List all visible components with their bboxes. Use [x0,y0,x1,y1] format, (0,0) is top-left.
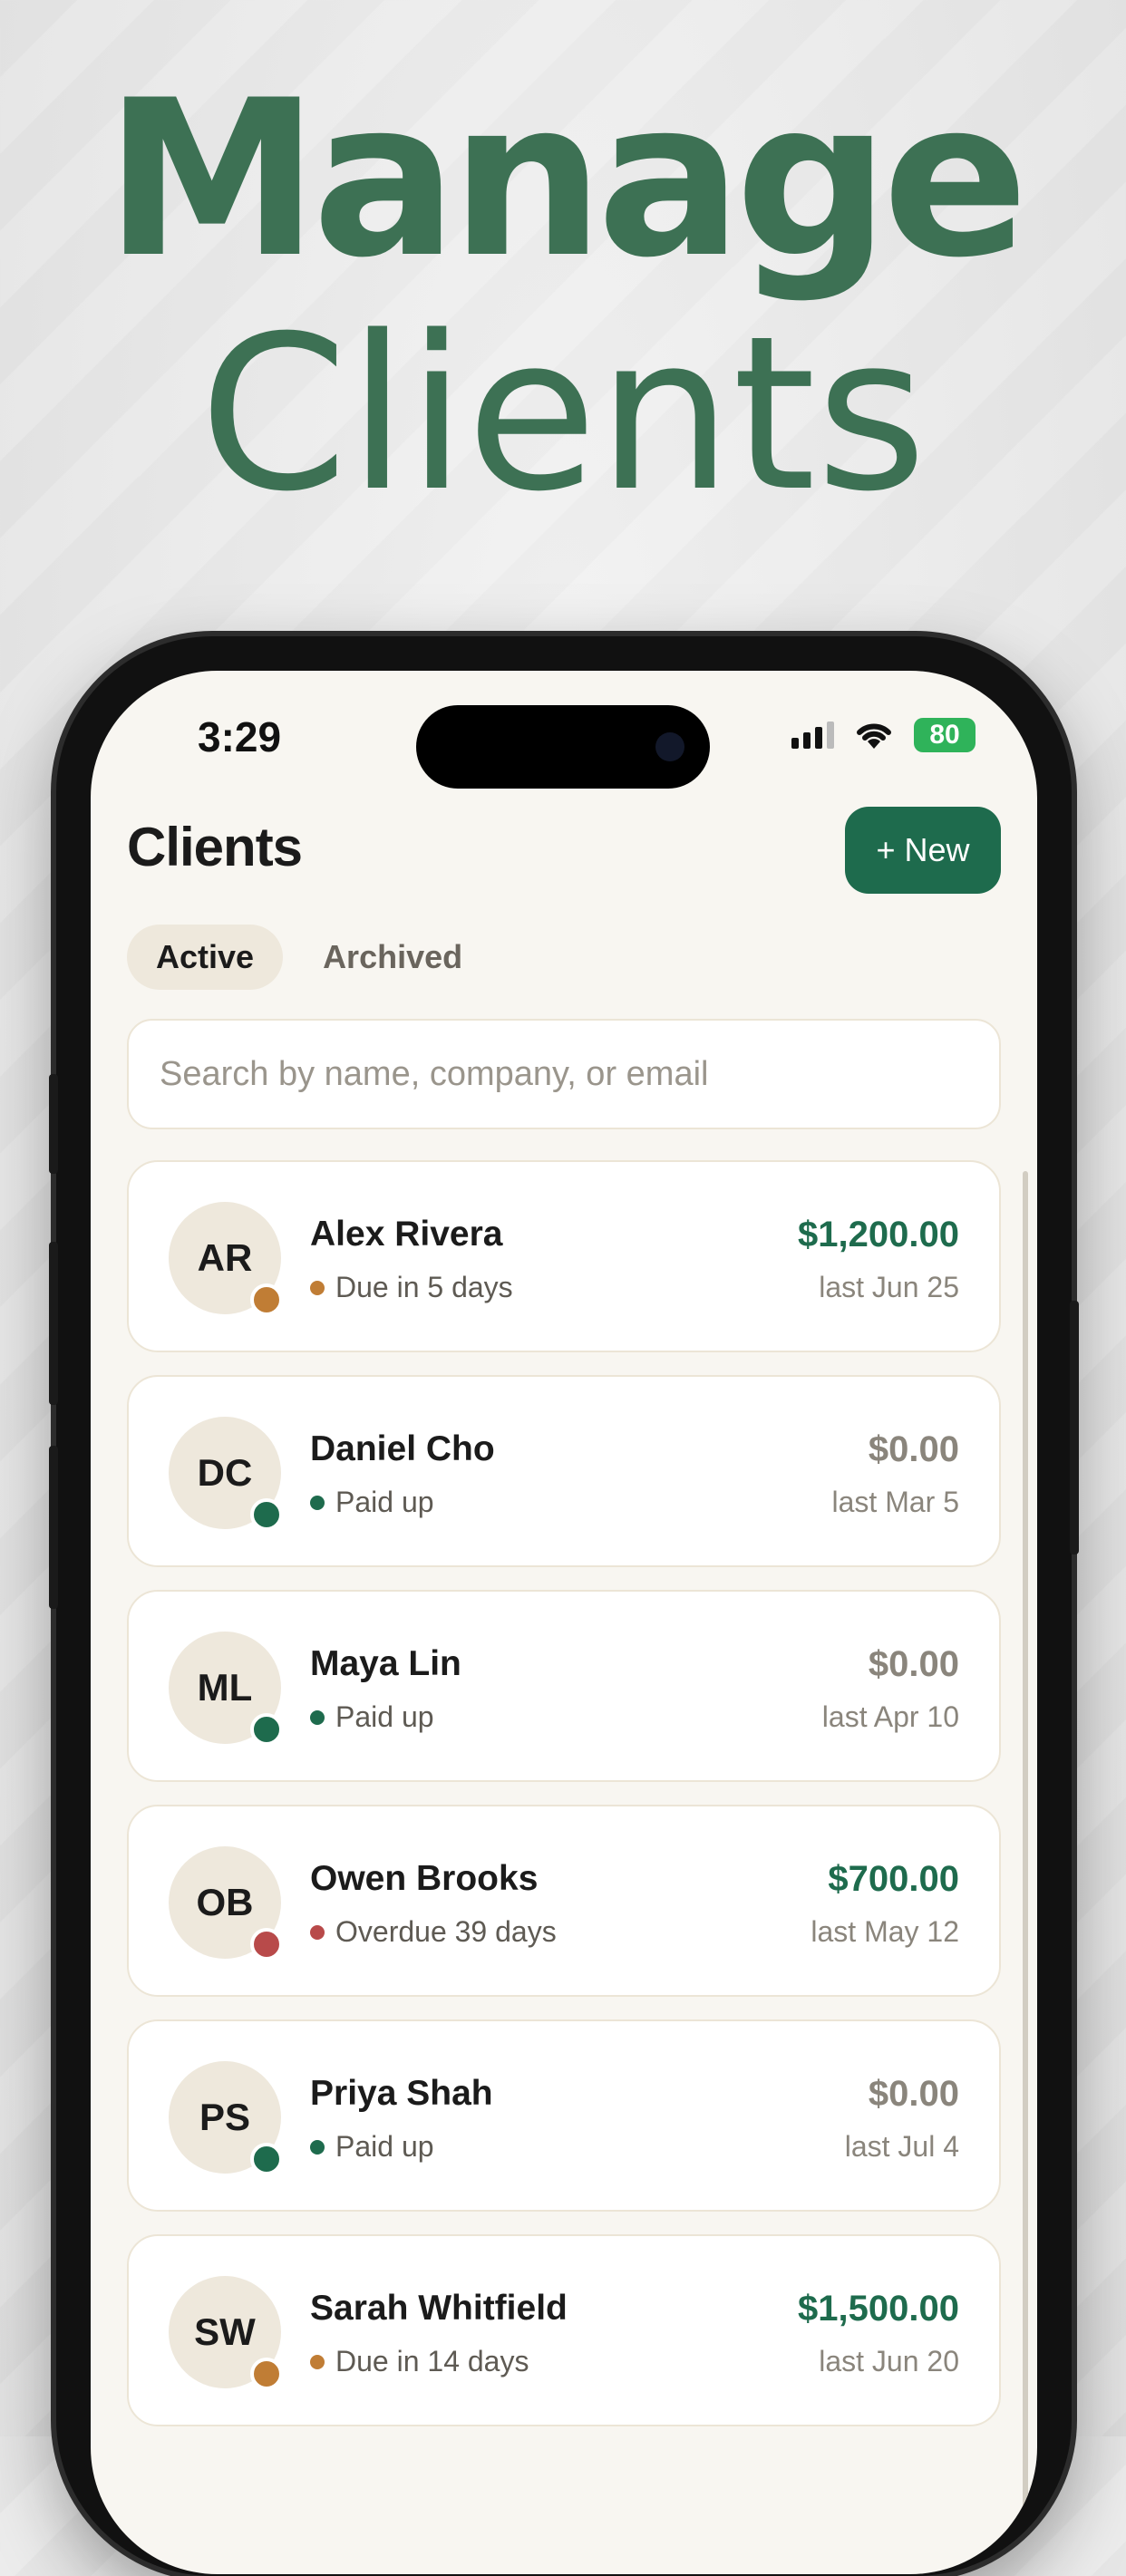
client-name: Daniel Cho [310,1429,495,1468]
client-last-date: last Apr 10 [821,1700,959,1733]
client-status: Paid up [310,1700,434,1734]
status-indicator-dot [250,1713,283,1746]
client-status: Paid up [310,1486,434,1519]
client-name: Maya Lin [310,1644,461,1683]
status-time: 3:29 [198,713,282,760]
status-dot-icon [310,1280,325,1295]
volume-down-button [49,1446,58,1609]
client-row[interactable]: DC Daniel Cho Paid up $0.00 last Mar 5 [127,1375,1001,1567]
client-row[interactable]: AR Alex Rivera Due in 5 days $1,200.00 last … [127,1160,1001,1352]
client-amount: $0.00 [868,2074,959,2114]
client-name: Owen Brooks [310,1859,539,1898]
client-row[interactable]: PS Priya Shah Paid up $0.00 last Jul 4 [127,2019,1001,2212]
status-indicator-dot [250,1283,283,1316]
wifi-icon [857,723,891,749]
avatar-initials: ML [197,1666,253,1709]
client-status-text: Overdue 39 days [335,1915,557,1948]
client-name: Priya Shah [310,2074,493,2113]
status-indicator-dot [250,1928,283,1961]
client-status-text: Due in 5 days [335,1271,513,1303]
tab-active[interactable]: Active [127,925,284,990]
avatar: AR [169,1202,283,1316]
client-amount: $700.00 [828,1859,959,1899]
client-amount: $0.00 [868,1644,959,1684]
client-status: Due in 5 days [310,1271,513,1304]
status-icons: 80 [791,718,976,752]
headline-clients: Clients [199,291,927,538]
client-last-date: last Jun 20 [819,2345,959,2377]
client-row[interactable]: OB Owen Brooks Overdue 39 days $700.00 last … [127,1805,1001,1997]
avatar: DC [169,1417,283,1531]
avatar: PS [169,2061,283,2175]
client-amount: $1,200.00 [798,1215,959,1254]
client-amount: $1,500.00 [798,2289,959,2329]
client-last-date: last Jun 25 [819,1271,959,1303]
client-last-date: last May 12 [811,1915,959,1948]
client-status-text: Paid up [335,2130,434,2163]
status-indicator-dot [250,2143,283,2175]
action-button [49,1074,58,1174]
avatar: OB [169,1846,283,1961]
dynamic-island [416,705,710,789]
client-status-text: Paid up [335,1700,434,1733]
client-status: Due in 14 days [310,2345,529,2378]
app-screen: 3:29 80 Clients + New Active Archived Se… [91,671,1037,2574]
avatar-initials: AR [197,1236,253,1279]
status-dot-icon [310,1924,325,1940]
status-dot-icon [310,2354,325,2369]
client-row[interactable]: SW Sarah Whitfield Due in 14 days $1,500.00… [127,2234,1001,2426]
page-title: Clients [127,817,303,877]
avatar-initials: OB [196,1881,254,1923]
battery-icon: 80 [914,718,976,752]
search-input[interactable]: Search by name, company, or email [127,1019,1001,1129]
power-button [1070,1301,1079,1554]
client-status-text: Paid up [335,1486,434,1518]
status-indicator-dot [250,1498,283,1531]
avatar: SW [169,2276,283,2390]
camera-icon [655,732,684,761]
avatar-initials: SW [194,2310,256,2353]
tab-archived[interactable]: Archived [301,925,484,990]
client-name: Sarah Whitfield [310,2289,568,2328]
avatar-initials: DC [197,1451,253,1494]
client-row[interactable]: ML Maya Lin Paid up $0.00 last Apr 10 [127,1590,1001,1782]
scrollbar[interactable] [1023,1171,1028,2574]
client-status-text: Due in 14 days [335,2345,529,2377]
client-last-date: last Mar 5 [831,1486,959,1518]
new-client-button[interactable]: + New [845,807,1001,894]
status-dot-icon [310,1495,325,1510]
status-indicator-dot [250,2358,283,2390]
avatar-initials: PS [199,2096,251,2138]
client-last-date: last Jul 4 [844,2130,959,2163]
volume-up-button [49,1242,58,1405]
status-dot-icon [310,2139,325,2155]
client-status: Paid up [310,2130,434,2164]
client-name: Alex Rivera [310,1215,503,1254]
client-list: AR Alex Rivera Due in 5 days $1,200.00 last … [127,1160,1001,2449]
client-status: Overdue 39 days [310,1915,557,1949]
client-amount: $0.00 [868,1429,959,1469]
headline-manage: Manage [104,54,1028,305]
signal-icon [791,721,834,749]
avatar: ML [169,1632,283,1746]
tab-bar: Active Archived [127,925,484,990]
status-dot-icon [310,1709,325,1725]
